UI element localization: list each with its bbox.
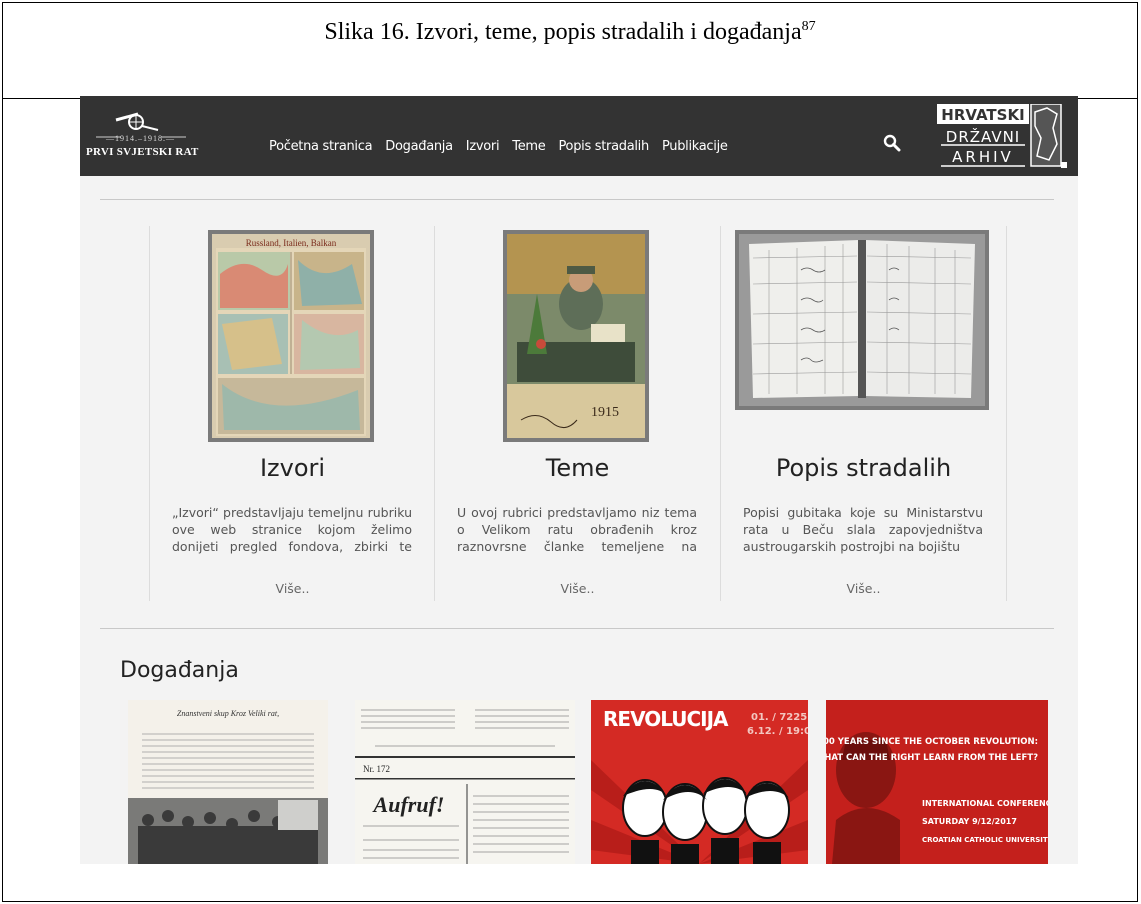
- topics-more-link[interactable]: Više..: [435, 581, 720, 596]
- event-card[interactable]: Nr. 172 Aufruf!: [355, 700, 575, 864]
- logo-name: PRVI SVJETSKI RAT: [86, 146, 199, 158]
- event-headline-1: 100 YEARS SINCE THE OCTOBER REVOLUTION:: [826, 737, 1038, 747]
- event-headline-2: WHAT CAN THE RIGHT LEARN FROM THE LEFT?: [826, 753, 1038, 763]
- event-card[interactable]: Znanstveni skup Kroz Veliki rat,: [128, 700, 328, 864]
- casualties-image[interactable]: [735, 230, 989, 410]
- nav-sources[interactable]: Izvori: [466, 139, 500, 154]
- archive-logo-line3: ARHIV: [952, 148, 1014, 166]
- event-time: 6.12. / 19:00 h: [747, 726, 808, 737]
- column-topics: 1915 Teme U ovoj rubrici predstavljamo n…: [435, 226, 720, 601]
- event-image: 100 YEARS SINCE THE OCTOBER REVOLUTION: …: [826, 700, 1048, 864]
- site-logo[interactable]: —1914.–1918.— PRVI SVJETSKI RAT: [86, 108, 226, 164]
- nav-events[interactable]: Događanja: [385, 139, 453, 154]
- sources-title[interactable]: Izvori: [150, 454, 435, 482]
- ledger-image: [739, 234, 985, 406]
- topics-image[interactable]: 1915: [503, 230, 649, 442]
- event-conference: INTERNATIONAL CONFERENCE: [922, 799, 1048, 808]
- events-heading: Događanja: [120, 658, 239, 683]
- event-card[interactable]: 100 YEARS SINCE THE OCTOBER REVOLUTION: …: [826, 700, 1048, 864]
- archive-logo[interactable]: HRVATSKI DRŽAVNI ARHIV: [937, 103, 1067, 170]
- archive-logo-graphic: HRVATSKI DRŽAVNI ARHIV: [937, 103, 1067, 168]
- logo-years: —1914.–1918.—: [106, 134, 175, 143]
- casualties-more-link[interactable]: Više..: [721, 581, 1006, 596]
- postcard-year: 1915: [591, 405, 619, 420]
- event-date: 01. / 7225: [751, 712, 807, 723]
- divider: [100, 199, 1054, 200]
- divider: [100, 628, 1054, 629]
- event-date: SATURDAY 9/12/2017: [922, 817, 1017, 826]
- column-divider: [1006, 226, 1007, 601]
- caption-text: Slika 16. Izvori, teme, popis stradalih …: [324, 19, 802, 45]
- event-card-heading: Znanstveni skup Kroz Veliki rat,: [177, 709, 279, 718]
- event-card[interactable]: REVOLUCIJA 01. / 7225 6.12. / 19:00 h: [591, 700, 808, 864]
- column-casualties: Popis stradalih Popisi gubitaka koje su …: [721, 226, 1006, 601]
- archive-logo-line2: DRŽAVNI: [946, 127, 1020, 146]
- column-sources: Russland, Italien, Balkan Izvori „Izvori…: [150, 226, 435, 601]
- newspaper-issue: Nr. 172: [363, 764, 390, 774]
- event-venue: CROATIAN CATHOLIC UNIVERSITY, ZAGREB: [922, 836, 1048, 844]
- topics-description: U ovoj rubrici predstavljamo niz tema o …: [457, 505, 697, 554]
- sources-more-link[interactable]: Više..: [150, 581, 435, 596]
- map-title: Russland, Italien, Balkan: [246, 238, 337, 248]
- nav-home[interactable]: Početna stranica: [269, 139, 373, 154]
- casualties-title[interactable]: Popis stradalih: [721, 454, 1006, 482]
- event-image: Nr. 172 Aufruf!: [355, 700, 575, 864]
- footnote-marker: 87: [801, 19, 816, 34]
- newspaper-headline: Aufruf!: [372, 792, 445, 817]
- nav-topics[interactable]: Teme: [512, 139, 546, 154]
- sources-image[interactable]: Russland, Italien, Balkan: [208, 230, 374, 442]
- search-icon[interactable]: [883, 134, 901, 152]
- nav-casualties[interactable]: Popis stradalih: [558, 139, 649, 154]
- map-image: Russland, Italien, Balkan: [212, 234, 370, 438]
- event-title: REVOLUCIJA: [603, 707, 729, 731]
- topics-title[interactable]: Teme: [435, 454, 720, 482]
- website-screenshot: —1914.–1918.— PRVI SVJETSKI RAT Početna …: [80, 96, 1078, 864]
- sources-description: „Izvori“ predstavljaju temeljnu rubriku …: [172, 505, 412, 554]
- top-navigation-bar: —1914.–1918.— PRVI SVJETSKI RAT Početna …: [80, 96, 1078, 176]
- archive-logo-line1: HRVATSKI: [941, 106, 1024, 124]
- postcard-image: 1915: [507, 234, 645, 438]
- event-image: REVOLUCIJA 01. / 7225 6.12. / 19:00 h: [591, 700, 808, 864]
- casualties-description: Popisi gubitaka koje su Ministarstvu rat…: [743, 505, 983, 554]
- main-nav: Početna stranica Događanja Izvori Teme P…: [269, 139, 741, 154]
- nav-publications[interactable]: Publikacije: [662, 139, 728, 154]
- figure-caption: Slika 16. Izvori, teme, popis stradalih …: [3, 19, 1137, 46]
- event-image: Znanstveni skup Kroz Veliki rat,: [128, 700, 328, 864]
- caption-row: Slika 16. Izvori, teme, popis stradalih …: [3, 3, 1137, 99]
